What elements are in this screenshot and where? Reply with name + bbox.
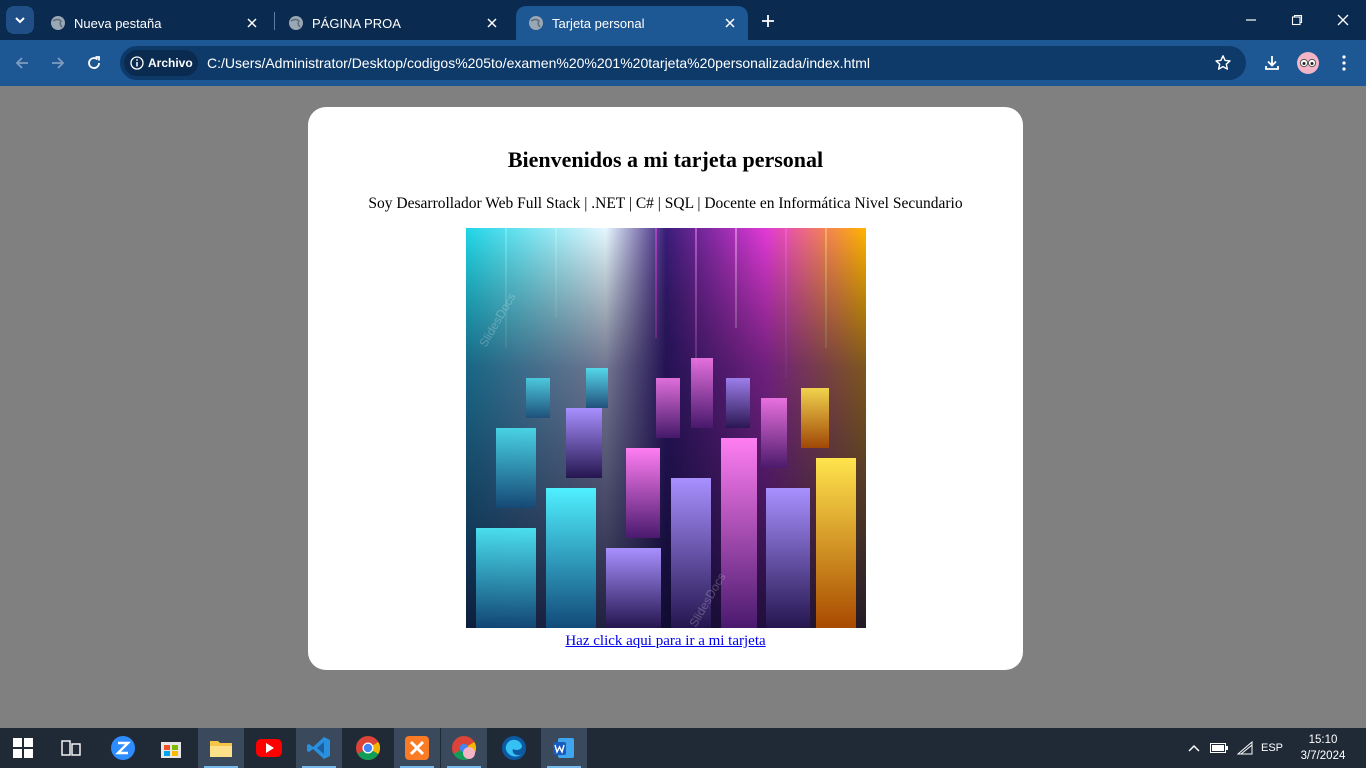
chevron-down-icon xyxy=(15,17,25,24)
tab-separator xyxy=(274,12,275,30)
tab-pagina-proa[interactable]: PÁGINA PROA xyxy=(276,6,510,40)
store-icon xyxy=(161,742,181,758)
taskbar-youtube[interactable] xyxy=(246,728,292,768)
tab-search-button[interactable] xyxy=(6,6,34,34)
zoom-icon xyxy=(111,736,135,760)
edge-icon xyxy=(502,736,526,760)
url-text[interactable]: C:/Users/Administrator/Desktop/codigos%2… xyxy=(207,55,870,71)
taskbar-vscode[interactable] xyxy=(296,728,342,768)
profile-card: Bienvenidos a mi tarjeta personal Soy De… xyxy=(308,107,1023,670)
reload-button[interactable] xyxy=(80,49,108,77)
windows-logo-icon xyxy=(13,738,33,758)
restore-button[interactable] xyxy=(1274,0,1320,40)
new-tab-button[interactable] xyxy=(756,9,780,33)
tab-title: PÁGINA PROA xyxy=(312,15,401,31)
close-icon[interactable] xyxy=(482,13,502,33)
taskbar-zoom[interactable] xyxy=(100,728,146,768)
globe-icon xyxy=(51,16,65,30)
chrome-icon xyxy=(356,736,380,760)
info-icon xyxy=(130,56,144,70)
battery-tray[interactable] xyxy=(1208,728,1230,768)
taskbar-microsoft-store[interactable] xyxy=(148,728,194,768)
windows-start-button[interactable] xyxy=(0,728,46,768)
chevron-up-icon xyxy=(1188,744,1200,752)
profile-avatar xyxy=(1297,52,1319,74)
task-view-button[interactable] xyxy=(48,728,94,768)
chrome-profile-icon xyxy=(452,736,476,760)
window-close-icon xyxy=(1337,14,1349,26)
clock-date: 3/7/2024 xyxy=(1300,750,1346,762)
minimize-icon xyxy=(1246,19,1256,21)
back-arrow-icon xyxy=(15,57,28,69)
battery-icon xyxy=(1210,743,1228,753)
network-tray[interactable] xyxy=(1234,728,1256,768)
forward-button[interactable] xyxy=(44,49,72,77)
page-subtitle: Soy Desarrollador Web Full Stack | .NET … xyxy=(368,195,963,212)
globe-icon xyxy=(289,16,303,30)
word-icon xyxy=(553,738,574,758)
taskbar-word[interactable] xyxy=(541,728,587,768)
plus-icon xyxy=(762,15,774,27)
kebab-menu-icon xyxy=(1342,55,1346,71)
download-icon xyxy=(1265,56,1279,70)
tab-tarjeta-personal[interactable]: Tarjeta personal xyxy=(516,6,748,40)
language-indicator[interactable]: ESP xyxy=(1258,728,1286,768)
browser-toolbar: Archivo C:/Users/Administrator/Desktop/c… xyxy=(0,40,1366,86)
profile-button[interactable] xyxy=(1294,49,1322,77)
back-button[interactable] xyxy=(8,49,36,77)
restore-icon xyxy=(1291,14,1303,26)
site-info-label: Archivo xyxy=(148,56,193,70)
page-title: Bienvenidos a mi tarjeta personal xyxy=(507,147,824,172)
task-view-icon xyxy=(61,740,81,756)
hero-image: SlidesDocs SlidesDocs xyxy=(466,228,866,628)
reload-icon xyxy=(88,56,100,69)
tab-title: Nueva pestaña xyxy=(74,15,162,31)
xampp-icon xyxy=(405,736,429,760)
clock-time: 15:10 xyxy=(1308,734,1338,746)
star-icon[interactable] xyxy=(1214,54,1232,72)
address-bar[interactable]: Archivo C:/Users/Administrator/Desktop/c… xyxy=(120,46,1246,80)
windows-taskbar: ESP 15:10 3/7/2024 xyxy=(0,728,1366,768)
taskbar-chrome[interactable] xyxy=(345,728,391,768)
globe-icon xyxy=(529,16,543,30)
show-hidden-icons[interactable] xyxy=(1184,728,1204,768)
system-clock[interactable]: 15:10 3/7/2024 xyxy=(1294,732,1352,764)
taskbar-xampp[interactable] xyxy=(394,728,440,768)
vscode-icon xyxy=(307,737,330,759)
tab-nueva-pestana[interactable]: Nueva pestaña xyxy=(38,6,270,40)
abstract-city-illustration: SlidesDocs SlidesDocs xyxy=(466,228,866,628)
page-viewport: Bienvenidos a mi tarjeta personal Soy De… xyxy=(0,86,1366,728)
site-info-chip[interactable]: Archivo xyxy=(124,50,198,76)
taskbar-chrome-profile[interactable] xyxy=(441,728,487,768)
browser-menu-button[interactable] xyxy=(1330,49,1358,77)
card-link[interactable]: Haz click aqui para ir a mi tarjeta xyxy=(308,633,1023,650)
close-icon[interactable] xyxy=(720,13,740,33)
browser-tab-strip: Nueva pestaña PÁGINA PROA Tarjeta person… xyxy=(0,0,1366,40)
folder-icon xyxy=(210,741,232,757)
downloads-button[interactable] xyxy=(1258,49,1286,77)
youtube-icon xyxy=(256,739,282,757)
minimize-button[interactable] xyxy=(1228,0,1274,40)
forward-arrow-icon xyxy=(52,57,65,69)
close-icon[interactable] xyxy=(242,13,262,33)
taskbar-edge[interactable] xyxy=(491,728,537,768)
tab-title: Tarjeta personal xyxy=(552,15,645,31)
taskbar-file-explorer[interactable] xyxy=(198,728,244,768)
wifi-icon xyxy=(1237,741,1253,755)
window-close-button[interactable] xyxy=(1320,0,1366,40)
